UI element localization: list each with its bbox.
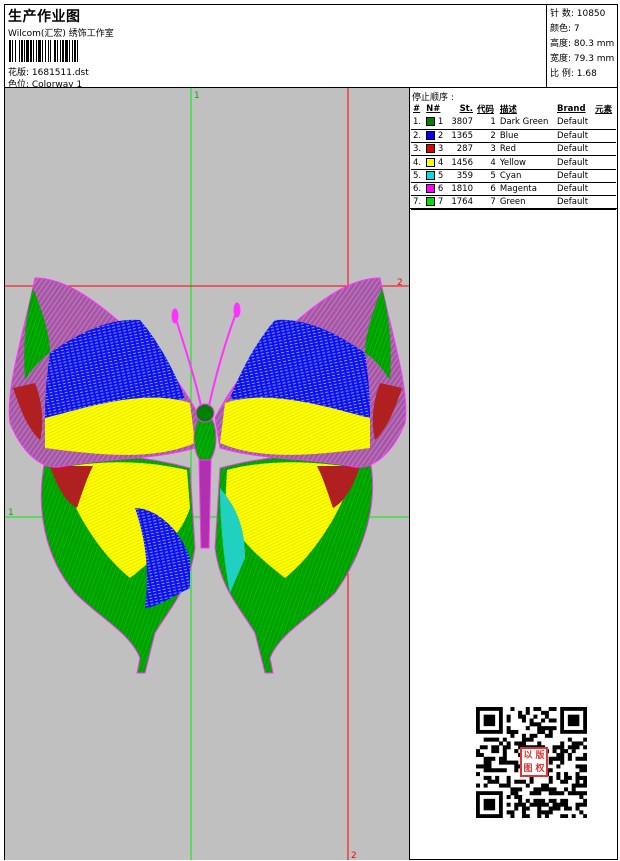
description-cell: Red	[499, 144, 516, 155]
brand-cell: Default	[557, 170, 589, 181]
needle-number: 6	[424, 182, 447, 195]
stitch-count-cell: 1365	[451, 130, 473, 141]
guide-label-green-left: 1	[8, 508, 14, 518]
element-cell	[593, 156, 616, 169]
column-header: 元素	[595, 105, 613, 115]
code-cell: 5	[490, 170, 496, 181]
guide-label-green-top: 1	[194, 91, 200, 101]
stitch-count-cell: 1810	[451, 184, 473, 195]
color-count: 颜色: 7	[550, 24, 580, 34]
stitch-count-cell: 287	[456, 144, 473, 155]
design-preview: 1 1 2 2	[5, 88, 410, 860]
stitch-count-cell: 3807	[451, 117, 473, 128]
row-number: 4.	[413, 157, 422, 168]
table-row: 5. 5 359 5 Cyan Default	[411, 169, 616, 183]
color-swatch	[426, 157, 436, 167]
design-scale: 比 例: 1.68	[550, 69, 597, 79]
stitch-count-cell: 1456	[451, 157, 473, 168]
color-swatch	[426, 184, 436, 194]
column-header: #	[413, 104, 421, 114]
element-cell	[593, 182, 616, 195]
table-row: 4. 4 1456 4 Yellow Default	[411, 156, 616, 170]
brand-cell: Default	[557, 117, 589, 128]
butterfly	[8, 277, 407, 674]
brand-cell: Default	[557, 184, 589, 195]
description-cell: Magenta	[499, 184, 537, 195]
table-row: 6. 6 1810 6 Magenta Default	[411, 182, 616, 196]
element-cell	[593, 116, 616, 129]
code-cell: 3	[490, 144, 496, 155]
code-cell: 1	[490, 117, 496, 128]
code-cell: 2	[490, 130, 496, 141]
column-header: N#	[426, 104, 441, 114]
code-cell: 4	[490, 157, 496, 168]
qr-code: 以 版 图 权	[476, 707, 588, 819]
needle-number: 2	[424, 129, 447, 142]
needle-number: 1	[424, 116, 447, 129]
production-worksheet: 生产作业图 Wilcom(汇宏) 绣饰工作室 花版: 1681511.dst 色…	[4, 4, 618, 860]
color-swatch	[426, 144, 436, 154]
page-title: 生产作业图	[8, 9, 81, 25]
stitch-count-cell: 359	[456, 170, 473, 181]
table-row: 3. 3 287 3 Red Default	[411, 143, 616, 156]
description-cell: Dark Green	[499, 117, 549, 128]
column-header: St.	[459, 104, 473, 114]
stamp-char: 以	[523, 750, 533, 761]
color-swatch	[426, 130, 436, 140]
description-cell: Blue	[499, 130, 519, 141]
stop-sequence-table: # N# St. 代码 描述 Brand 元素 1. 1 3807 1 Dark Gr…	[411, 102, 616, 210]
guide-label-red-bottom: 2	[351, 851, 357, 860]
row-number: 2.	[413, 130, 422, 141]
color-swatch	[426, 197, 436, 207]
stamp-char: 版	[535, 750, 545, 761]
element-cell	[593, 169, 616, 182]
table-header-row: # N# St. 代码 描述 Brand 元素	[411, 102, 616, 116]
butterfly-embroidery-preview: 1 1 2 2	[5, 88, 409, 860]
guide-label-red-right: 2	[397, 278, 403, 288]
design-width: 宽度: 79.3 mm	[550, 54, 615, 64]
needle-number: 4	[424, 156, 447, 169]
stamp-char: 权	[535, 763, 545, 774]
worksheet-header: 生产作业图 Wilcom(汇宏) 绣饰工作室 花版: 1681511.dst 色…	[5, 5, 617, 90]
brand-cell: Default	[557, 130, 589, 141]
column-header: 代码	[476, 105, 494, 115]
stop-sequence-panel: 停止顺序 : # N# St. 代码 描述 Brand 元素 1. 1 3807 1…	[410, 88, 617, 860]
needle-number: 3	[424, 143, 447, 156]
stitch-count: 针 数: 10850	[550, 9, 606, 19]
panel-divider	[410, 208, 617, 209]
column-header: Brand	[557, 104, 586, 114]
design-stats: 针 数: 10850 颜色: 7 高度: 80.3 mm 宽度: 79.3 mm…	[546, 5, 617, 88]
copyright-stamp: 以 版 图 权	[520, 747, 548, 777]
code-cell: 6	[490, 184, 496, 195]
row-number: 5.	[413, 170, 422, 181]
table-row: 1. 1 3807 1 Dark Green Default	[411, 116, 616, 130]
row-number: 6.	[413, 184, 422, 195]
color-swatch	[426, 170, 436, 180]
description-cell: Cyan	[499, 170, 522, 181]
row-number: 3.	[413, 144, 422, 155]
barcode	[9, 40, 145, 62]
brand-cell: Default	[557, 144, 589, 155]
description-cell: Yellow	[499, 157, 526, 168]
table-row: 2. 2 1365 2 Blue Default	[411, 129, 616, 143]
row-number: 1.	[413, 117, 422, 128]
element-cell	[593, 129, 616, 142]
company-name: Wilcom(汇宏) 绣饰工作室	[8, 29, 114, 39]
needle-number: 5	[424, 169, 447, 182]
element-cell	[593, 143, 616, 156]
color-swatch	[426, 117, 436, 127]
design-height: 高度: 80.3 mm	[550, 39, 615, 49]
brand-cell: Default	[557, 157, 589, 168]
column-header: 描述	[499, 105, 517, 115]
stamp-char: 图	[523, 763, 533, 774]
